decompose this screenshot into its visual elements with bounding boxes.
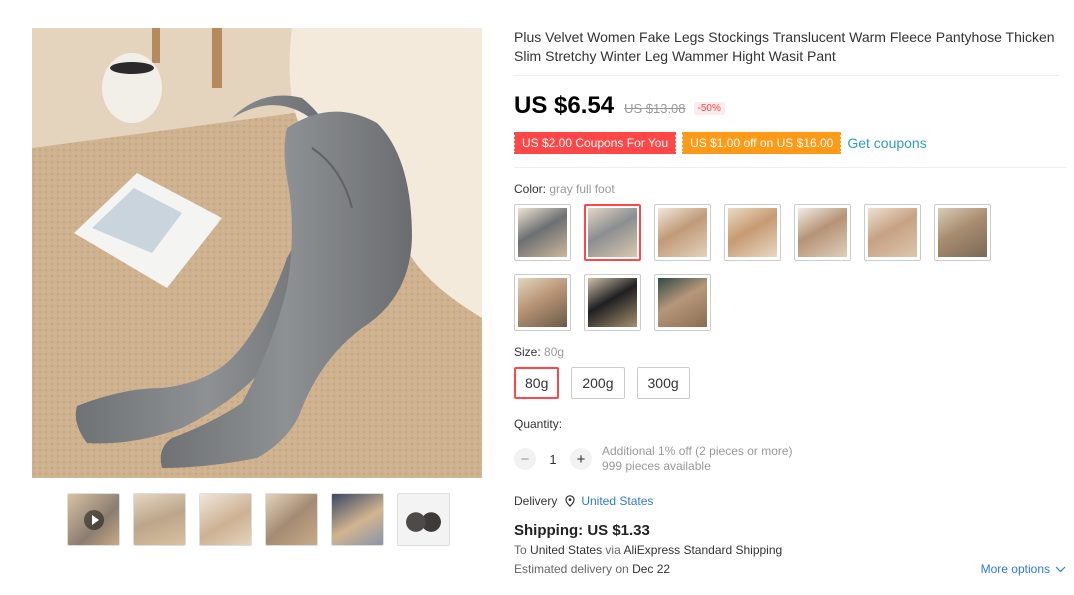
product-photo [32,28,482,478]
color-option[interactable] [514,274,571,331]
quantity-stepper: − + Additional 1% off (2 pieces or more)… [514,444,1066,474]
original-price: US $13.08 [624,101,686,116]
shipping-route: To United States via AliExpress Standard… [514,543,1066,557]
thumbnail-image[interactable] [331,493,384,546]
delivery-label: Delivery [514,494,558,508]
more-options-label: More options [980,562,1050,576]
shipping-to-prefix: To [514,543,527,557]
color-option[interactable] [654,204,711,261]
thumbnail-video[interactable] [67,493,120,546]
color-option[interactable] [934,204,991,261]
delivery-country-link[interactable]: United States [581,494,653,508]
color-option[interactable] [864,204,921,261]
stock-available-note: 999 pieces available [602,459,711,473]
current-price: US $6.54 [514,92,615,119]
shipping-eta: Estimated delivery on Dec 22 [514,562,670,576]
product-title: Plus Velvet Women Fake Legs Stockings Tr… [514,28,1059,76]
quantity-input[interactable] [536,451,570,467]
thumbnail-image[interactable] [133,493,186,546]
size-label: Size: [514,345,541,359]
color-option[interactable] [654,274,711,331]
size-options: 80g 200g 300g [514,367,1066,399]
chevron-down-icon [1055,566,1066,572]
get-coupons-link[interactable]: Get coupons [847,135,926,151]
coupon-badge-discount[interactable]: US $1.00 off on US $16.00 [681,132,843,154]
color-label-line: Color: gray full foot [514,182,1066,196]
size-option-300g[interactable]: 300g [636,367,690,399]
discount-badge: -50% [693,102,725,115]
color-option-selected[interactable] [584,204,641,261]
thumbnail-strip [67,493,450,546]
shipping-eta-row: Estimated delivery on Dec 22 More option… [514,562,1066,576]
size-label-line: Size: 80g [514,345,1066,359]
shipping-title: Shipping: US $1.33 [514,522,650,539]
color-option[interactable] [584,274,641,331]
main-product-image[interactable] [32,28,482,478]
size-option-200g[interactable]: 200g [571,367,625,399]
thumbnail-image[interactable] [265,493,318,546]
quantity-increase-button[interactable]: + [570,448,592,470]
color-selected-value: gray full foot [549,182,615,196]
quantity-decrease-button[interactable]: − [514,448,536,470]
size-selected-value: 80g [544,345,565,359]
thumbnail-image[interactable] [199,493,252,546]
product-info-panel: Plus Velvet Women Fake Legs Stockings Tr… [512,28,1066,576]
price-row: US $6.54 US $13.08 -50% [514,92,1066,120]
more-options-link[interactable]: More options [981,562,1066,576]
quantity-label: Quantity: [514,417,563,431]
color-option[interactable] [794,204,851,261]
thumbnail-image[interactable] [397,493,450,546]
quantity-notes: Additional 1% off (2 pieces or more) 999… [602,444,793,474]
bulk-discount-note: Additional 1% off (2 pieces or more) [602,444,793,458]
shipping-eta-date: Dec 22 [632,562,671,576]
color-swatches [514,204,1014,331]
color-option[interactable] [724,204,781,261]
play-icon [84,510,104,530]
coupon-badge-store[interactable]: US $2.00 Coupons For You [512,132,678,154]
size-option-80g[interactable]: 80g [514,367,560,399]
color-label: Color: [514,182,547,196]
coupon-row: US $2.00 Coupons For You US $1.00 off on… [512,132,1066,168]
shipping-via-text: via [605,543,621,557]
location-pin-icon [565,495,575,507]
shipping-eta-prefix: Estimated delivery on [514,562,629,576]
shipping-to-country: United States [530,543,603,557]
color-option[interactable] [514,204,571,261]
delivery-row: Delivery United States [514,494,1066,508]
shipping-method: AliExpress Standard Shipping [623,543,783,557]
